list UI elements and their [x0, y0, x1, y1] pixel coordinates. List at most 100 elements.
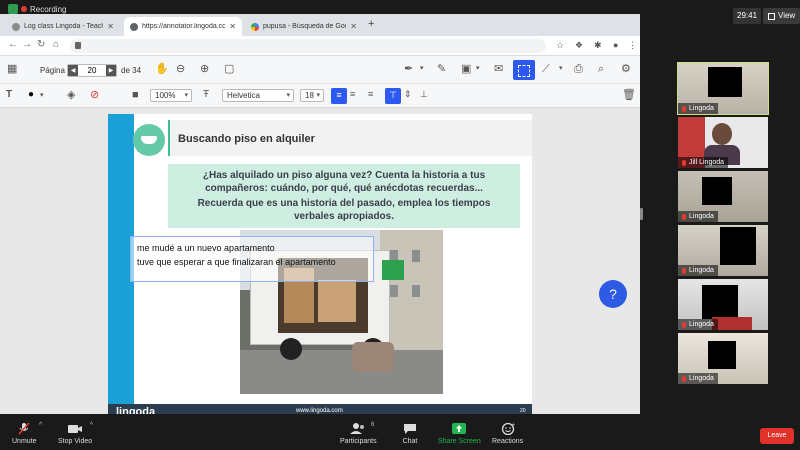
tab-log-class[interactable]: Log class Lingoda - Teacher Ar ✕ — [6, 17, 120, 36]
participant-label: Lingoda — [678, 211, 718, 222]
gear-icon[interactable]: ⚙ — [621, 64, 631, 75]
stop-video-button[interactable]: ^ Stop Video — [58, 422, 93, 445]
extension-icon[interactable]: ❖ — [575, 40, 583, 51]
participant-label: Lingoda — [678, 319, 718, 330]
stop-video-label: Stop Video — [58, 438, 93, 445]
note-icon[interactable]: ✉ — [494, 64, 503, 75]
svg-text:+: + — [512, 422, 515, 428]
unmute-label: Unmute — [12, 438, 37, 445]
chevron-down-icon[interactable]: ▾ — [40, 92, 44, 99]
slide-page: Buscando piso en alquiler ¿Has alquilado… — [108, 114, 532, 414]
browser-tab-bar: Log class Lingoda - Teacher Ar ✕ https:/… — [0, 14, 640, 36]
reload-icon[interactable]: ↻ — [37, 39, 45, 50]
close-icon[interactable]: ✕ — [107, 22, 114, 31]
share-screen-button[interactable]: Share Screen — [438, 422, 481, 445]
font-icon[interactable]: Ŧ — [203, 90, 209, 100]
zoom-in-icon[interactable]: ⊕ — [200, 64, 209, 75]
chevron-down-icon[interactable]: ▾ — [476, 65, 480, 72]
align-left-icon[interactable]: ≡ — [331, 88, 347, 104]
blurred-face — [708, 341, 736, 369]
more-menu-icon[interactable]: ⋮ — [628, 40, 637, 51]
line-tool-icon[interactable]: ⟋ — [542, 64, 550, 75]
participant-tile[interactable]: Lingoda — [678, 279, 768, 330]
participants-button[interactable]: 6 Participants — [340, 422, 377, 445]
unmute-button[interactable]: ^ Unmute — [12, 422, 42, 445]
font-family-select[interactable]: Helvetica — [222, 89, 294, 102]
bookmark-star-icon[interactable]: ☆ — [556, 40, 564, 51]
opacity-icon[interactable]: ■ — [132, 90, 139, 101]
grid-menu-icon[interactable]: ▦ — [7, 64, 17, 75]
select-tool-button[interactable] — [513, 60, 535, 80]
url-input[interactable] — [70, 39, 546, 53]
hand-pan-icon[interactable]: ✋ — [155, 64, 169, 75]
align-top-icon[interactable]: ⊤ — [385, 88, 401, 104]
help-button[interactable]: ? — [599, 280, 627, 308]
chevron-down-icon[interactable]: ▾ — [559, 65, 563, 72]
slide-footer: lingoda www.lingoda.com 20 — [108, 404, 532, 414]
muted-mic-icon — [682, 267, 686, 274]
next-page-icon[interactable]: ▶ — [106, 65, 116, 76]
close-icon[interactable]: ✕ — [229, 22, 236, 31]
close-icon[interactable]: ✕ — [350, 22, 357, 31]
chat-bubble-icon — [402, 422, 418, 435]
blurred-face — [708, 67, 742, 97]
panel-splitter[interactable] — [640, 208, 643, 220]
home-icon[interactable]: ⌂ — [53, 39, 59, 50]
no-fill-icon[interactable]: ⊘ — [90, 90, 99, 101]
video-camera-icon: ^ — [67, 422, 93, 435]
tab-title: Log class Lingoda - Teacher Ar — [24, 23, 104, 30]
participant-tile[interactable]: Lingoda — [677, 62, 769, 115]
profile-icon[interactable]: ● — [613, 40, 618, 50]
muted-mic-icon — [682, 159, 686, 166]
page-number-input[interactable]: 20 — [78, 66, 106, 75]
tab-google-search[interactable]: pupusa - Búsqueda de Google ✕ — [245, 17, 363, 36]
leave-button[interactable]: Leave — [760, 428, 794, 444]
chat-label: Chat — [402, 438, 418, 445]
chat-button[interactable]: Chat — [402, 422, 418, 445]
shared-screen-browser: Log class Lingoda - Teacher Ar ✕ https:/… — [0, 14, 640, 414]
chevron-up-icon[interactable]: ^ — [90, 422, 93, 429]
tab-annotator[interactable]: https://annotator.lingoda.com ✕ — [124, 17, 242, 36]
font-size-select[interactable]: 18 — [300, 89, 324, 102]
speech-bubble-icon — [133, 124, 165, 156]
reactions-button[interactable]: + Reactions — [492, 422, 523, 445]
chevron-down-icon[interactable]: ▾ — [420, 65, 424, 72]
fill-bucket-icon[interactable]: ◈ — [67, 90, 75, 101]
print-icon[interactable]: ⎙ — [574, 64, 583, 75]
annotation-line[interactable]: me mudé a un nuevo apartamento — [137, 243, 275, 253]
participant-tile[interactable]: Lingoda — [678, 171, 768, 222]
participant-label: Lingoda — [678, 373, 718, 384]
lingoda-logo: lingoda — [116, 406, 156, 414]
address-bar-row: ← → ↻ ⌂ ☆ ❖ ✱ ● ⋮ — [0, 36, 640, 56]
participant-tile[interactable]: Jill Lingoda — [678, 117, 768, 168]
back-icon[interactable]: ← — [8, 39, 18, 50]
zoom-out-icon[interactable]: ⊖ — [176, 64, 185, 75]
text-annotation-box[interactable]: me mudé a un nuevo apartamento tuve que … — [130, 236, 374, 282]
align-center-icon[interactable]: ≡ — [350, 90, 355, 99]
slide-page-number: 20 — [520, 408, 526, 414]
new-tab-icon[interactable]: + — [368, 18, 374, 30]
annotation-line[interactable]: tuve que esperar a que finalizaran el ap… — [137, 257, 336, 267]
participant-tile[interactable]: Lingoda — [678, 333, 768, 384]
trash-icon[interactable]: 🗑 — [622, 90, 636, 101]
view-button[interactable]: View — [763, 8, 800, 24]
pen-icon[interactable]: ✒ — [404, 64, 413, 75]
fit-page-icon[interactable]: ▢ — [224, 64, 234, 75]
chevron-up-icon[interactable]: ^ — [39, 422, 42, 429]
shapes-icon[interactable]: ✎ — [437, 64, 446, 75]
align-middle-icon[interactable]: ⇕ — [404, 90, 412, 99]
color-swatch-icon[interactable]: ● — [28, 90, 34, 100]
search-icon[interactable]: ⌕ — [598, 64, 604, 75]
participant-tile[interactable]: Lingoda — [678, 225, 768, 276]
zoom-select[interactable]: 100% — [150, 89, 192, 102]
text-tool-icon[interactable]: T — [6, 90, 12, 100]
align-right-icon[interactable]: ≡ — [368, 90, 373, 99]
annotator-toolbar-format: T ● ▾ ◈ ⊘ ■ 100% Ŧ Helvetica 18 ≡ ≡ ≡ ⊤ … — [0, 84, 640, 108]
page-number-stepper[interactable]: ◀ 20 ▶ — [67, 64, 117, 77]
view-label: View — [778, 11, 796, 20]
puzzle-icon[interactable]: ✱ — [594, 40, 602, 51]
image-icon[interactable]: ▣ — [461, 64, 471, 75]
forward-icon[interactable]: → — [22, 39, 32, 50]
align-bottom-icon[interactable]: ⊥ — [420, 90, 428, 99]
prev-page-icon[interactable]: ◀ — [68, 65, 78, 76]
